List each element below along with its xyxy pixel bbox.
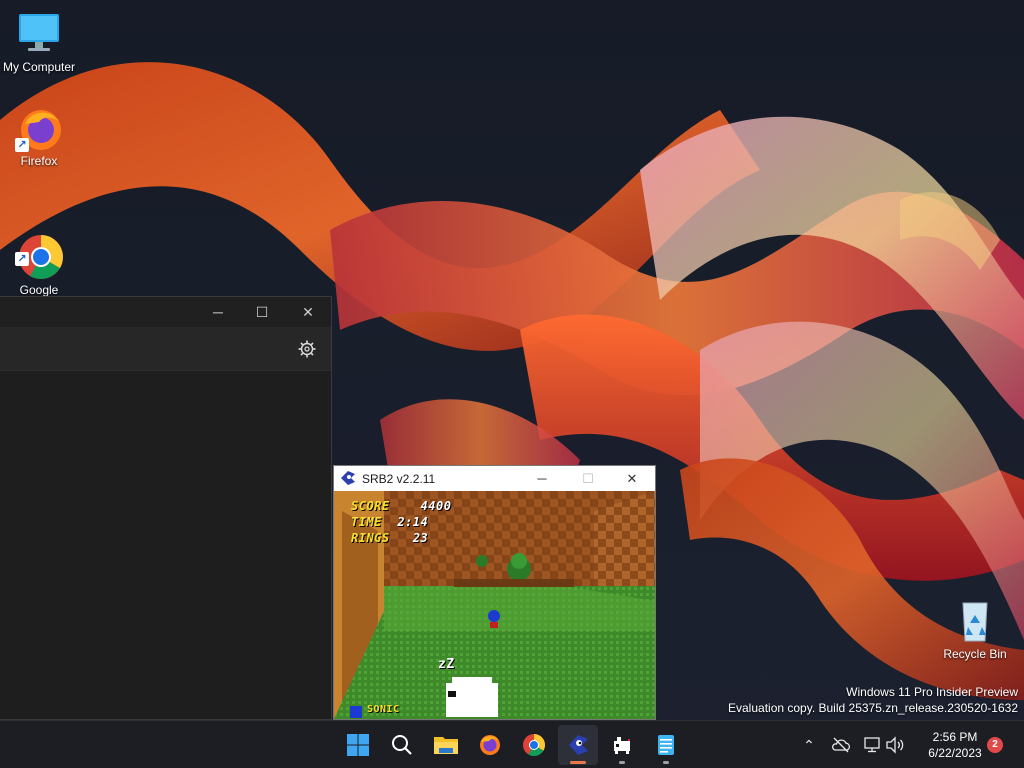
srb2-taskbar-button[interactable]	[558, 725, 598, 765]
search-button[interactable]	[382, 725, 422, 765]
file-explorer-icon	[434, 737, 458, 754]
hud-score: SCORE 4400	[351, 499, 452, 513]
close-button[interactable]: ✕	[610, 466, 654, 491]
minimize-button[interactable]: ─	[196, 297, 240, 327]
show-hidden-icons-button[interactable]: ⌃	[797, 733, 821, 757]
hud-character-label: SONIC	[367, 704, 400, 715]
notification-badge[interactable]: 2	[987, 737, 1003, 753]
chrome-icon: ↗	[15, 218, 63, 279]
desktop-icon-firefox[interactable]: ↗ Firefox	[1, 104, 77, 169]
hud-rings: RINGS 23	[351, 531, 429, 545]
maximize-button[interactable]: ☐	[240, 297, 284, 327]
shortcut-arrow-icon: ↗	[15, 138, 29, 152]
taskbar-clock[interactable]: 2:56 PM 6/22/2023	[920, 729, 990, 761]
firefox-taskbar-button[interactable]	[470, 725, 510, 765]
desktop-icon-label: Firefox	[20, 154, 58, 168]
chrome-icon	[523, 734, 545, 756]
desktop-icon-label: Recycle Bin	[943, 647, 1007, 661]
window-titlebar[interactable]: SRB2 v2.2.11 ─ ☐ ✕	[334, 466, 655, 491]
hud-time: TIME 2:14	[351, 515, 429, 529]
chevron-up-icon: ⌃	[803, 736, 815, 753]
volume-icon[interactable]	[883, 733, 907, 757]
desktop-icon-label: My Computer	[2, 60, 76, 74]
windows-watermark: Windows 11 Pro Insider Preview Evaluatio…	[728, 684, 1018, 716]
focused-indicator	[570, 761, 586, 764]
settings-window[interactable]: ─ ☐ ✕	[0, 296, 332, 720]
close-button[interactable]: ✕	[286, 297, 330, 327]
start-icon	[347, 734, 369, 756]
firefox-icon	[480, 735, 500, 755]
paint-taskbar-button[interactable]	[602, 725, 642, 765]
window-title: SRB2 v2.2.11	[362, 472, 436, 486]
srb2-app-icon	[339, 470, 357, 486]
paint-icon	[614, 737, 630, 754]
game-viewport[interactable]: SCORE 4400 TIME 2:14 RINGS 23 zZ SONIC	[334, 491, 655, 719]
srb2-icon	[569, 735, 588, 755]
notepad-icon	[658, 735, 674, 755]
firefox-icon: ↗	[15, 104, 63, 152]
clock-date: 6/22/2023	[928, 746, 982, 760]
file-explorer-button[interactable]	[426, 725, 466, 765]
shortcut-arrow-icon: ↗	[15, 252, 29, 266]
window-content	[0, 371, 331, 719]
computer-icon	[15, 10, 63, 58]
clock-time: 2:56 PM	[932, 730, 978, 744]
window-titlebar[interactable]: ─ ☐ ✕	[0, 297, 331, 327]
running-indicator	[619, 761, 625, 764]
desktop-icon-recycle-bin[interactable]: Recycle Bin	[937, 597, 1013, 662]
watermark-edition: Windows 11 Pro Insider Preview	[846, 685, 1018, 699]
gear-icon[interactable]	[295, 337, 319, 361]
onedrive-offline-icon[interactable]	[829, 733, 853, 757]
sleep-indicator: zZ	[438, 657, 455, 672]
start-button[interactable]	[338, 725, 378, 765]
window-toolbar	[0, 327, 331, 371]
running-indicator	[663, 761, 669, 764]
search-icon	[392, 735, 412, 755]
taskbar: ⌃ 2:56 PM 6/22/2023 2	[0, 720, 1024, 768]
notepad-taskbar-button[interactable]	[646, 725, 686, 765]
recycle-bin-icon	[951, 597, 999, 645]
network-icon[interactable]	[861, 733, 885, 757]
desktop-icon-my-computer[interactable]: My Computer	[1, 10, 77, 75]
maximize-button[interactable]: ☐	[566, 466, 610, 491]
chrome-taskbar-button[interactable]	[514, 725, 554, 765]
watermark-build: Evaluation copy. Build 25375.zn_release.…	[728, 701, 1018, 715]
srb2-game-window[interactable]: SRB2 v2.2.11 ─ ☐ ✕ SCORE 4400 TIME 2:14 …	[333, 465, 656, 720]
minimize-button[interactable]: ─	[520, 466, 564, 491]
